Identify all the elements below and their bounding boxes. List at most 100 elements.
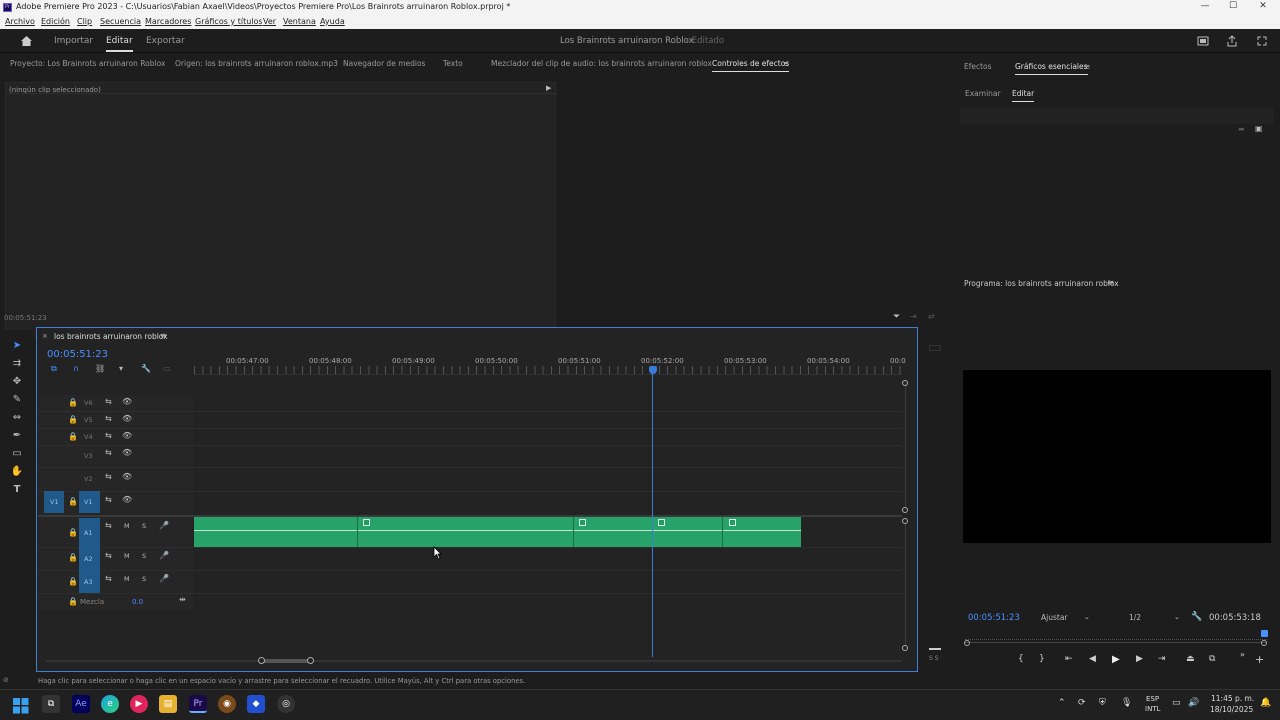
fullscreen-icon[interactable] [1197,36,1209,46]
eye-icon[interactable]: 👁 [122,431,132,440]
lock-icon[interactable]: 🔒 [68,398,78,407]
razor-tool-icon[interactable]: ✎ [9,394,25,408]
sync-lock-icon[interactable]: ⇆ [105,472,112,481]
add-button-icon[interactable]: + [1255,653,1264,666]
workspace-tab-exportar[interactable]: Exportar [146,36,185,46]
discord-icon[interactable]: ◆ [247,695,265,713]
timeline-settings-icon[interactable]: 🔧 [141,364,151,373]
network-icon[interactable]: ▭ [1172,698,1181,708]
new-layer-icon[interactable]: ▣ [1255,124,1263,133]
eye-icon[interactable]: 👁 [122,414,132,423]
fit-chevron-icon[interactable]: ⌄ [1084,613,1090,621]
sync-lock-icon[interactable]: ⇆ [105,521,112,530]
more-controls-icon[interactable]: » [1240,650,1245,659]
lock-icon[interactable]: 🔒 [68,597,78,606]
sync-lock-icon[interactable]: ⇆ [105,448,112,457]
resolution-chevron-icon[interactable]: ⌄ [1174,613,1180,621]
lock-icon[interactable]: 🔒 [68,577,78,586]
tray-chevron-icon[interactable]: ⌃ [1058,698,1066,708]
scroll-handle-left[interactable] [964,640,970,646]
file-explorer-icon[interactable]: ▤ [159,695,177,713]
lang-secondary[interactable]: INTL [1145,705,1160,713]
eye-icon[interactable]: 👁 [122,397,132,406]
timeline-timecode[interactable]: 00:05:51:23 [47,349,108,360]
solo-button[interactable]: S [142,552,146,560]
home-icon[interactable] [20,35,33,47]
time-ruler[interactable] [194,366,902,375]
pen-tool-icon[interactable]: ✒ [9,430,25,444]
audio-clip-a1[interactable] [194,517,801,547]
lock-icon[interactable]: 🔒 [68,415,78,424]
program-video-frame[interactable] [963,370,1271,543]
linked-selection-icon[interactable]: ⛓ [95,364,105,373]
mute-button[interactable]: M [124,552,130,560]
subtab-examinar[interactable]: Examinar [965,89,1001,98]
v-scroll-handle[interactable] [902,645,908,651]
premiere-taskbar-icon[interactable]: Pr [189,695,207,713]
h-scroll-thumb[interactable] [261,659,310,663]
maximize-button[interactable]: ☐ [1218,1,1248,11]
chrome-icon[interactable]: ◎ [277,695,295,713]
tab-efectos[interactable]: Efectos [964,62,992,71]
v-scrollbar[interactable] [905,386,906,507]
h-scroll-track[interactable] [46,660,902,662]
close-sequence-icon[interactable]: × [42,332,48,340]
type-tool-icon[interactable]: T [9,484,25,498]
hand-tool-icon[interactable]: ✋ [9,466,25,480]
lock-icon[interactable]: 🔒 [68,528,78,537]
sync-icon[interactable]: ⟳ [1078,698,1086,708]
play-icon[interactable]: ▶ [1112,654,1120,665]
lock-icon[interactable]: 🔒 [68,497,78,506]
program-playhead[interactable] [1261,630,1268,637]
tab-controles-efectos[interactable]: Controles de efectos [712,59,790,72]
clip-edit-point[interactable] [573,517,574,547]
windows-start-icon[interactable] [13,698,29,714]
mark-in-icon[interactable]: { [1018,654,1024,664]
filter-icon[interactable]: ⏷ [893,312,900,322]
mix-value[interactable]: 0.0 [132,598,143,606]
microphone-icon[interactable]: 🎙 [1121,698,1132,708]
sync-lock-icon[interactable]: ⇆ [105,574,112,583]
mark-out-icon[interactable]: } [1039,654,1045,664]
h-scroll-handle-right[interactable] [307,657,314,664]
program-ruler[interactable] [965,635,1267,640]
v-scroll-handle[interactable] [902,507,908,513]
clip-keyframe[interactable] [363,519,370,526]
clip-edit-point[interactable] [357,517,358,547]
sequence-tab[interactable]: los brainrots arruinaron roblox [54,332,168,341]
fit-dropdown[interactable]: Ajustar [1041,613,1068,622]
shield-icon[interactable]: ⛨ [1099,698,1106,708]
mute-button[interactable]: M [124,522,130,530]
share-icon[interactable] [1226,35,1238,47]
clip-keyframe[interactable] [579,519,586,526]
edge-icon[interactable]: e [101,695,119,713]
sequence-menu-icon[interactable]: ≡ [160,331,167,340]
scroll-handle-right[interactable] [1261,640,1267,646]
lift-icon[interactable]: ⏏ [1186,654,1195,664]
menu-secuencia[interactable]: Secuencia [100,17,141,26]
extract-icon[interactable]: ⧉ [1209,654,1215,664]
resolution-dropdown[interactable]: 1/2 [1129,613,1141,622]
add-marker-icon[interactable]: ▾ [119,364,123,373]
lang-primary[interactable]: ESP [1146,695,1159,703]
workspace-tab-editar[interactable]: Editar [106,36,133,52]
video-track-area[interactable] [194,395,902,515]
close-button[interactable]: ✕ [1248,1,1278,11]
after-effects-icon[interactable]: Ae [72,695,90,713]
menu-marcadores[interactable]: Marcadores [145,17,191,26]
step-forward-icon[interactable]: ▶ [1136,654,1143,664]
clock-time[interactable]: 11:45 p. m. [1211,694,1254,703]
playhead-line[interactable] [652,372,653,657]
menu-ver[interactable]: Ver [263,17,276,26]
expand-icon[interactable] [1256,35,1268,47]
eye-icon[interactable]: 👁 [122,448,132,457]
notifications-icon[interactable]: 🔔 [1260,698,1271,708]
menu-edicion[interactable]: Edición [41,17,70,26]
go-to-out-icon[interactable]: ⇥ [1158,654,1166,664]
program-menu-icon[interactable]: ≡ [1107,278,1114,287]
panel-menu-icon[interactable]: ≡ [783,59,789,68]
sync-lock-icon[interactable]: ⇆ [105,551,112,560]
clip-keyframe[interactable] [658,519,665,526]
eg-menu-icon[interactable]: ≡ [1084,62,1090,71]
eye-icon[interactable]: 👁 [122,495,132,504]
